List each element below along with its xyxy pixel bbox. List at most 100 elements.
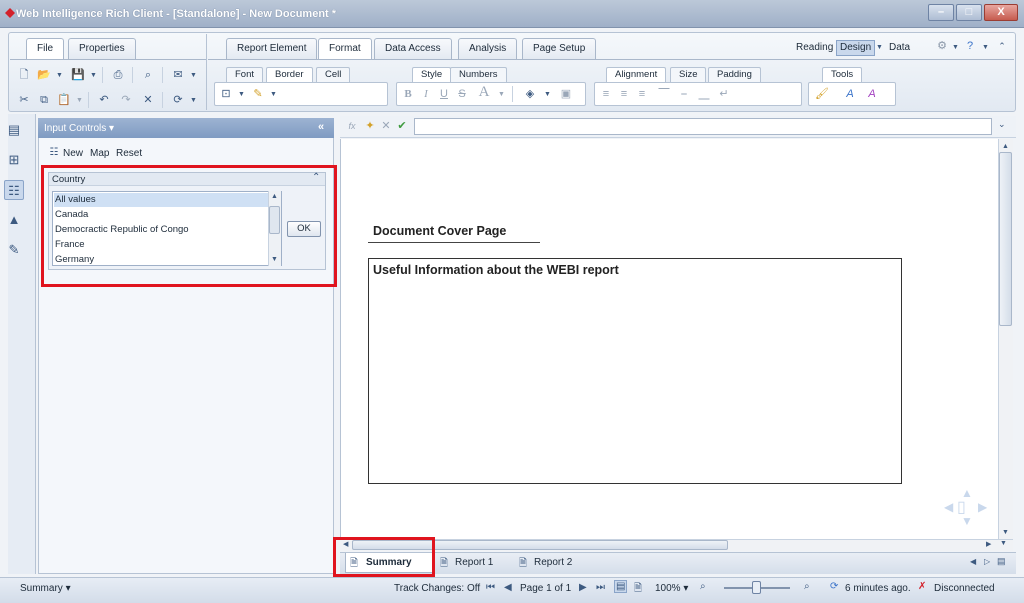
chevron-down-icon[interactable]: ▼ [56,72,63,79]
map-link[interactable]: Map [90,148,109,159]
chevron-down-icon[interactable]: ▼ [1000,540,1007,547]
navigation-map-icon[interactable]: ⊞ [4,150,24,170]
copy-icon[interactable]: ⧉ [36,92,52,108]
subtab-style[interactable]: Style [412,67,452,82]
tab-report-1[interactable]: Report 1 [455,554,493,572]
tab-scroll-right-icon[interactable]: ▷ [984,557,990,566]
align-left-icon[interactable]: ≡ [598,86,614,102]
last-page-icon[interactable]: ⏭ [596,582,605,593]
first-page-icon[interactable]: ⏮ [486,582,495,593]
underline-icon[interactable]: U [436,86,452,102]
document-summary-icon[interactable]: ▤ [4,120,24,140]
chevron-down-icon[interactable]: ▼ [952,44,959,51]
print-icon[interactable]: ⎙ [110,67,126,83]
undo-icon[interactable]: ↶ [96,92,112,108]
minimize-button[interactable]: – [928,4,954,21]
italic-icon[interactable]: I [418,86,434,102]
zoom-out-icon[interactable]: ⌕ [700,581,706,592]
data-icon[interactable]: ▲ [4,210,24,230]
fill-color-icon[interactable]: ◈ [522,86,538,102]
tab-report-element[interactable]: Report Element [226,38,318,59]
format-painter-icon[interactable]: 🖌 [814,86,830,102]
subtab-numbers[interactable]: Numbers [450,67,507,82]
email-icon[interactable]: ✉ [170,67,186,83]
collapse-ribbon-icon[interactable]: ⌃ [994,38,1010,54]
page-mode-icon[interactable]: 🗎 [634,581,642,598]
subtab-size[interactable]: Size [670,67,707,82]
paste-icon[interactable]: 📋 [56,92,72,108]
redo-icon[interactable]: ↷ [118,92,134,108]
scroll-up-icon[interactable]: ▲ [1002,143,1009,150]
border-color-icon[interactable]: ✎ [250,86,266,102]
save-icon[interactable]: 💾 [70,67,86,83]
reading-mode-button[interactable]: Reading [796,42,833,53]
tab-data-access[interactable]: Data Access [374,38,452,59]
previous-page-icon[interactable]: ◀ [504,582,512,593]
page-indicator[interactable]: Page 1 of 1 [520,583,571,594]
gear-icon[interactable]: ⚙ [934,38,950,54]
tab-page-setup[interactable]: Page Setup [522,38,597,59]
tab-file[interactable]: File [26,38,65,60]
background-image-icon[interactable]: ▣ [558,86,574,102]
subtab-alignment[interactable]: Alignment [606,67,667,82]
font-color-icon[interactable]: A [476,84,492,100]
formula-editor-icon[interactable]: fx [344,118,360,134]
tab-scroll-left-icon[interactable]: ◀ [970,557,976,566]
track-changes-status[interactable]: Track Changes: Off [394,583,480,594]
close-button[interactable]: X [984,4,1018,21]
tab-properties[interactable]: Properties [68,38,136,59]
pan-navigator-icon[interactable]: ▲ ◀ ▯ ▶ ▼ [944,486,988,528]
panel-selector[interactable]: Summary ▾ [20,583,71,594]
zoom-selector[interactable]: 100% ▾ [655,583,688,594]
scroll-right-icon[interactable]: ▶ [986,540,991,548]
input-controls-icon[interactable]: ☷ [4,180,24,200]
subtab-border[interactable]: Border [266,67,313,82]
align-middle-icon[interactable]: ⎯ [676,86,692,102]
chevron-down-icon[interactable]: ▼ [270,91,277,98]
zoom-in-icon[interactable]: ⌕ [804,581,810,592]
new-document-icon[interactable]: 🗋 [16,67,32,83]
strikethrough-icon[interactable]: S [454,86,470,102]
chevron-down-icon[interactable]: ▼ [876,44,883,51]
align-right-icon[interactable]: ≡ [634,86,650,102]
chevron-down-icon[interactable]: ▼ [190,72,197,79]
help-icon[interactable]: ? [962,38,978,54]
data-mode-button[interactable]: Data [889,42,910,53]
refresh-status-icon[interactable]: ⟳ [830,581,838,592]
subtab-cell[interactable]: Cell [316,67,351,82]
tab-analysis[interactable]: Analysis [458,38,518,59]
info-cell[interactable] [368,258,902,484]
validate-formula-icon[interactable]: ✔ [394,118,410,134]
design-mode-button[interactable]: Design [836,40,876,56]
open-folder-icon[interactable]: 📂 [36,67,52,83]
create-variable-icon[interactable]: ✦ [362,118,378,134]
vertical-scroll-thumb[interactable] [999,152,1012,326]
bold-icon[interactable]: B [400,86,416,102]
new-control-link[interactable]: New [63,148,83,159]
border-style-icon[interactable]: ⊡ [218,86,234,102]
reset-link[interactable]: Reset [116,148,142,159]
edit-document-icon[interactable]: ✎ [4,240,24,260]
cut-icon[interactable]: ✂ [16,92,32,108]
subtab-font[interactable]: Font [226,67,264,82]
clear-format-icon[interactable]: A [864,86,880,102]
input-controls-title[interactable]: Input Controls ▾ [44,123,114,134]
tab-list-icon[interactable]: ▤ [997,556,1006,567]
align-top-icon[interactable]: ⎺ [656,86,672,102]
align-center-icon[interactable]: ≡ [616,86,632,102]
tab-format[interactable]: Format [318,38,372,60]
delete-icon[interactable]: ✕ [140,92,156,108]
subtab-tools[interactable]: Tools [822,67,863,82]
quick-display-icon[interactable]: ▤ [614,580,628,593]
new-control-icon[interactable]: ☷ [46,145,62,161]
chevron-down-icon[interactable]: ▼ [76,97,83,104]
formula-input[interactable] [414,118,992,135]
collapse-panel-icon[interactable]: « [318,121,324,133]
maximize-button[interactable]: □ [956,4,982,21]
tab-report-2[interactable]: Report 2 [534,554,572,572]
chevron-down-icon[interactable]: ▼ [238,91,245,98]
subtab-padding[interactable]: Padding [708,67,761,82]
find-icon[interactable]: ⌕ [140,67,156,83]
refresh-icon[interactable]: ⟳ [170,92,186,108]
chevron-down-icon[interactable]: ▼ [544,91,551,98]
